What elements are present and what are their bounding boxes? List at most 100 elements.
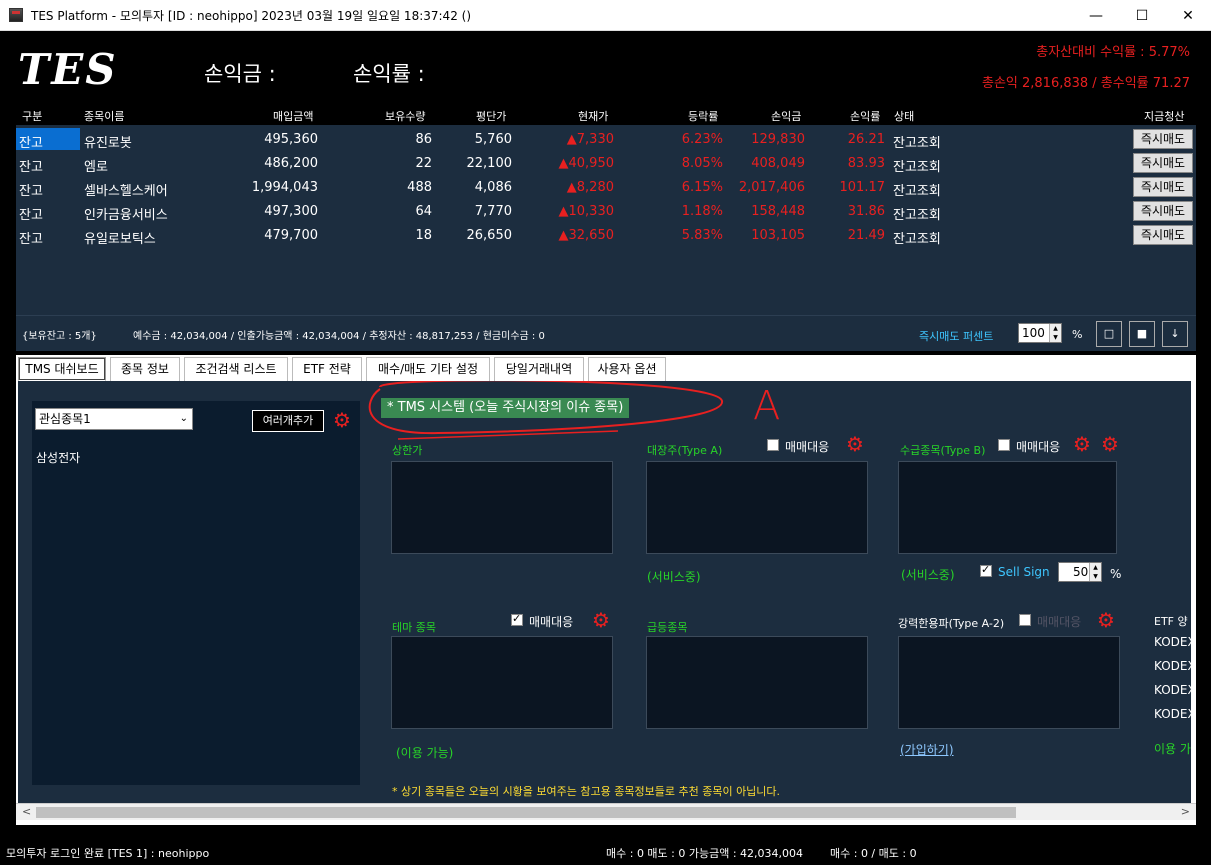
close-button[interactable]: ✕ (1165, 0, 1211, 31)
cell-price: ▲8,280 (566, 180, 614, 195)
cell-pl-rate: 31.86 (847, 204, 885, 219)
instant-sell-pct-input[interactable]: 100 ▲ ▼ (1018, 323, 1062, 343)
tab-user-options[interactable]: 사용자 옵션 (588, 357, 666, 381)
table-row[interactable]: 잔고 유일로보틱스 479,700 18 26,650 ▲32,650 5.83… (16, 223, 1196, 247)
app-header: TES 손익금 : 손익률 : 총자산대비 수익률 : 5.77% 총손익 2,… (0, 31, 1211, 103)
holdings-header: 구분 종목이름 매입금액 보유수량 평단가 현재가 등락률 손익금 손익률 상태… (16, 103, 1196, 125)
cell-status[interactable]: 잔고조회 (893, 132, 941, 151)
cell-kind[interactable]: 잔고 (16, 156, 80, 175)
tab-stock-info[interactable]: 종목 정보 (110, 357, 180, 381)
instant-sell-button[interactable]: 즉시매도 (1133, 225, 1193, 245)
theme-trade-checkbox[interactable] (511, 612, 523, 626)
total-profit-loss: 총손익 2,816,838 / 총수익률 71.27 (981, 76, 1190, 91)
strong-shape-list[interactable] (898, 636, 1120, 729)
large-cap-trade-label: 매매대응 (785, 440, 830, 454)
cell-change: 8.05% (681, 156, 723, 171)
cell-status[interactable]: 잔고조회 (893, 180, 941, 199)
col-pl-rate: 손익률 (850, 110, 881, 123)
tab-etf-strategy[interactable]: ETF 전략 (292, 357, 362, 381)
cell-name: 엠로 (84, 160, 108, 175)
tms-dashboard-content: 관심종목1 ⌄ 여러개추가 ⚙ 삼성전자 * TMS 시스템 (오늘 주식시장의… (18, 381, 1191, 803)
window-full-button[interactable]: ■ (1129, 321, 1155, 347)
scroll-down-button[interactable]: ↓ (1162, 321, 1188, 347)
instant-sell-button[interactable]: 즉시매도 (1133, 201, 1193, 221)
gear-icon[interactable]: ⚙ (1072, 434, 1092, 454)
scroll-right-icon[interactable]: > (1181, 805, 1190, 818)
spin-arrows-icon[interactable]: ▲ ▼ (1089, 563, 1101, 581)
cell-qty: 86 (415, 132, 432, 147)
window-title: TES Platform - 모의투자 [ID : neohippo] 2023… (31, 8, 472, 23)
col-kind: 구분 (22, 110, 43, 123)
supply-trade-checkbox[interactable] (998, 439, 1010, 451)
theme-label: 테마 종목 (392, 621, 436, 634)
list-item[interactable]: KODEX (1154, 635, 1191, 649)
strong-shape-trade-label: 매매대응 (1037, 615, 1082, 629)
etf-header: ETF 양 (1154, 615, 1188, 628)
list-item[interactable]: KODEX (1154, 659, 1191, 673)
trade-ratio: 매수 : 0 / 매도 : 0 (830, 847, 917, 860)
annotation-letter: A (753, 383, 781, 429)
tab-today-trades[interactable]: 당일거래내역 (494, 357, 584, 381)
instant-sell-button[interactable]: 즉시매도 (1133, 129, 1193, 149)
table-row[interactable]: 잔고 유진로봇 495,360 86 5,760 ▲7,330 6.23% 12… (16, 127, 1196, 151)
col-qty: 보유수량 (385, 110, 426, 123)
col-avg: 평단가 (476, 110, 507, 123)
large-cap-trade-checkbox[interactable] (767, 439, 779, 451)
sell-sign-checkbox[interactable] (980, 563, 992, 577)
gear-icon[interactable]: ⚙ (1100, 434, 1120, 454)
scroll-left-icon[interactable]: < (22, 805, 31, 818)
theme-list[interactable] (391, 636, 613, 729)
tab-buy-sell-settings[interactable]: 매수/매도 기타 설정 (366, 357, 490, 381)
disclaimer-text: * 상기 종목들은 오늘의 시황을 보여주는 참고용 종목정보들로 추천 종목이… (392, 785, 781, 798)
cell-pl: 2,017,406 (738, 180, 805, 195)
cell-kind[interactable]: 잔고 (16, 128, 80, 151)
cell-buy-amount: 486,200 (264, 156, 318, 171)
app-icon (9, 8, 23, 22)
pl-rate-label: 손익률 : (353, 62, 425, 86)
horizontal-scrollbar[interactable]: < > (16, 803, 1196, 820)
supply-service-note: (서비스중) (901, 568, 955, 582)
gear-icon[interactable]: ⚙ (1096, 610, 1116, 630)
cell-kind[interactable]: 잔고 (16, 228, 80, 247)
gear-icon[interactable]: ⚙ (845, 434, 865, 454)
tab-condition-search[interactable]: 조건검색 리스트 (184, 357, 288, 381)
table-row[interactable]: 잔고 셀바스헬스케어 1,994,043 488 4,086 ▲8,280 6.… (16, 175, 1196, 199)
dashboard-panel: TMS 대쉬보드 종목 정보 조건검색 리스트 ETF 전략 매수/매도 기타 … (16, 355, 1196, 825)
instant-sell-button[interactable]: 즉시매도 (1133, 153, 1193, 173)
cell-qty: 64 (415, 204, 432, 219)
cell-qty: 18 (415, 228, 432, 243)
supply-list[interactable] (898, 461, 1117, 554)
cell-kind[interactable]: 잔고 (16, 204, 80, 223)
sell-sign-input[interactable]: 50 ▲ ▼ (1058, 562, 1102, 582)
order-status: 매수 : 0 매도 : 0 가능금액 : 42,034,004 (606, 847, 804, 860)
upper-limit-list[interactable] (391, 461, 613, 554)
minimize-button[interactable]: — (1073, 0, 1119, 31)
signup-link[interactable]: (가입하기) (900, 741, 954, 758)
window-small-button[interactable]: □ (1096, 321, 1122, 347)
strong-shape-label: 강력한용파(Type A-2) (898, 617, 1005, 630)
table-row[interactable]: 잔고 엠로 486,200 22 22,100 ▲40,950 8.05% 40… (16, 151, 1196, 175)
list-item[interactable]: KODEX (1154, 707, 1191, 721)
surge-list[interactable] (646, 636, 868, 729)
large-cap-list[interactable] (646, 461, 868, 554)
tab-tms-dashboard[interactable]: TMS 대쉬보드 (18, 357, 106, 381)
instant-sell-pct-label: 즉시매도 퍼센트 (919, 330, 994, 343)
cell-status[interactable]: 잔고조회 (893, 156, 941, 175)
account-status-strip: {보유잔고 : 5개} 예수금 : 42,034,004 / 인출가능금액 : … (16, 315, 1196, 351)
cell-name: 유일로보틱스 (84, 232, 156, 247)
cell-status[interactable]: 잔고조회 (893, 228, 941, 247)
upper-limit-label: 상한가 (392, 444, 423, 457)
window-titlebar: TES Platform - 모의투자 [ID : neohippo] 2023… (0, 0, 1211, 31)
strong-shape-trade-checkbox[interactable] (1019, 614, 1031, 626)
gear-icon[interactable]: ⚙ (591, 610, 611, 630)
col-change: 등락률 (688, 110, 719, 123)
sell-sign-pct: % (1110, 567, 1122, 581)
table-row[interactable]: 잔고 인카금융서비스 497,300 64 7,770 ▲10,330 1.18… (16, 199, 1196, 223)
scroll-thumb[interactable] (36, 807, 1016, 818)
list-item[interactable]: KODEX (1154, 683, 1191, 697)
spin-arrows-icon[interactable]: ▲ ▼ (1049, 324, 1061, 342)
cell-kind[interactable]: 잔고 (16, 180, 80, 199)
instant-sell-button[interactable]: 즉시매도 (1133, 177, 1193, 197)
maximize-button[interactable]: ☐ (1119, 0, 1165, 31)
cell-status[interactable]: 잔고조회 (893, 204, 941, 223)
